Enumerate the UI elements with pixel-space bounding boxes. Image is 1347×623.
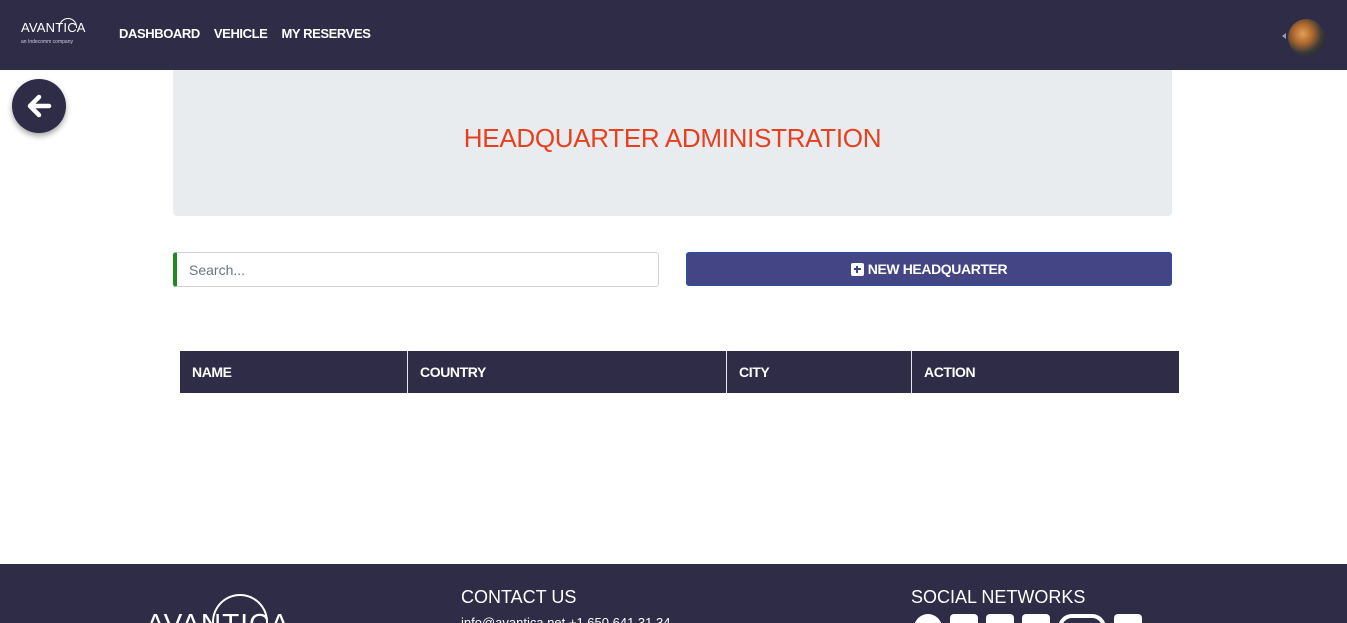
caret-left-icon[interactable] bbox=[1282, 33, 1286, 39]
header-panel: HEADQUARTER ADMINISTRATION bbox=[173, 70, 1172, 216]
nav-link-vehicle[interactable]: VEHICLE bbox=[214, 26, 268, 41]
page-title: HEADQUARTER ADMINISTRATION bbox=[463, 123, 882, 153]
twitter-icon[interactable] bbox=[986, 614, 1014, 623]
nav-link-dashboard[interactable]: DASHBOARD bbox=[119, 26, 200, 41]
podcast-icon[interactable] bbox=[1058, 614, 1106, 623]
youtube-icon[interactable] bbox=[1114, 614, 1142, 623]
facebook-icon[interactable] bbox=[914, 614, 942, 623]
footer: AVANTICA CONTACT US info@avantica.net +1… bbox=[0, 564, 1347, 623]
contact-heading: CONTACT US bbox=[461, 587, 577, 607]
plus-square-icon bbox=[850, 262, 864, 276]
back-button[interactable] bbox=[12, 79, 66, 133]
column-header-action: ACTION bbox=[924, 364, 976, 380]
new-headquarter-label: NEW HEADQUARTER bbox=[867, 261, 1008, 277]
new-headquarter-button[interactable]: NEW HEADQUARTER bbox=[686, 252, 1172, 286]
top-navbar: AVANTICA an Indecomm company DASHBOARD V… bbox=[0, 0, 1347, 70]
column-header-name: NAME bbox=[180, 351, 408, 393]
brand-tagline: an Indecomm company bbox=[21, 39, 73, 45]
column-header-country: COUNTRY bbox=[408, 351, 727, 393]
search-input[interactable] bbox=[173, 252, 659, 287]
nav-link-my-reserves[interactable]: MY RESERVES bbox=[281, 26, 370, 41]
contact-info[interactable]: info@avantica.net +1 650 641 31 34 bbox=[461, 615, 670, 623]
column-header-city: CITY bbox=[727, 351, 912, 393]
footer-logo[interactable]: AVANTICA bbox=[146, 608, 290, 623]
instagram-icon[interactable] bbox=[1022, 614, 1050, 623]
arrow-left-icon bbox=[27, 94, 52, 118]
nav-links: DASHBOARD VEHICLE MY RESERVES bbox=[119, 26, 371, 41]
linkedin-icon[interactable] bbox=[950, 614, 978, 623]
social-icons bbox=[914, 614, 1142, 623]
brand-logo[interactable]: AVANTICA an Indecomm company bbox=[21, 18, 91, 50]
user-avatar[interactable] bbox=[1288, 19, 1325, 56]
social-heading: SOCIAL NETWORKS bbox=[911, 587, 1086, 607]
headquarter-table-header: NAME COUNTRY CITY ACTION bbox=[180, 351, 1179, 393]
